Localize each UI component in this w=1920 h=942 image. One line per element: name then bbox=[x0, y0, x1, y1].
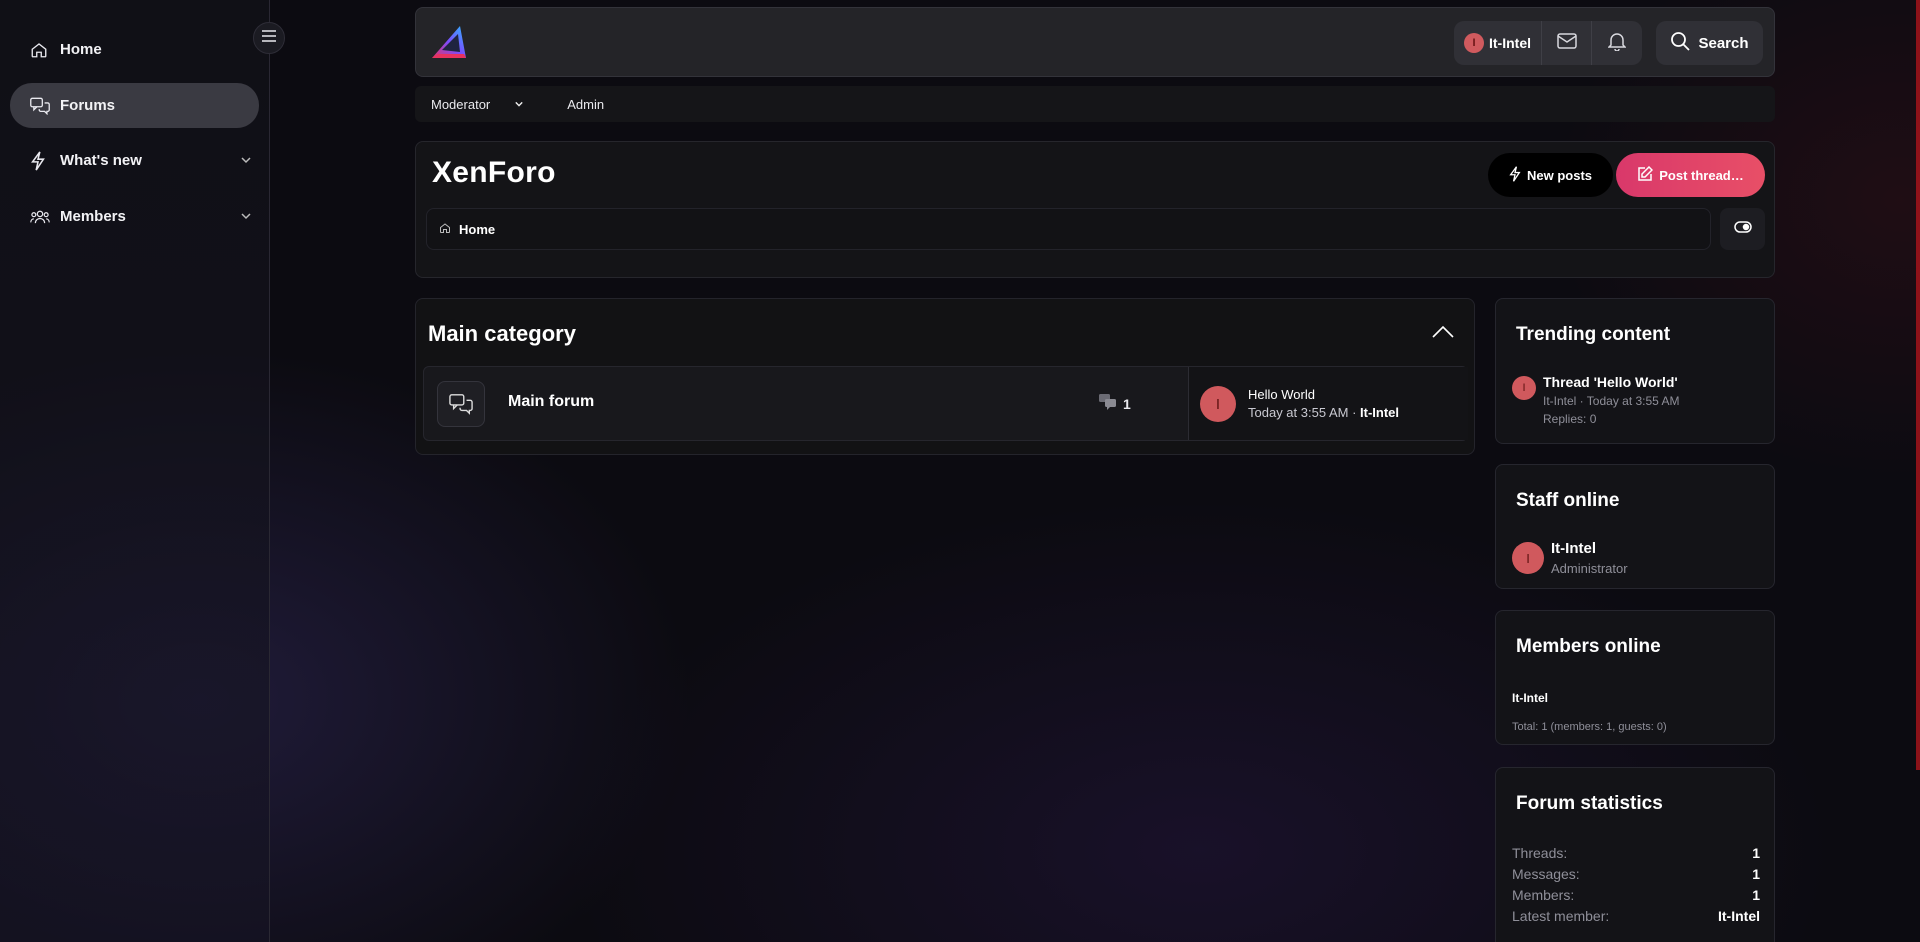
trending-item-title[interactable]: Thread 'Hello World' bbox=[1543, 374, 1678, 390]
chevron-up-icon bbox=[1432, 325, 1454, 342]
bolt-icon bbox=[1509, 165, 1527, 185]
post-thread-button[interactable]: Post thread… bbox=[1616, 153, 1765, 197]
mail-icon bbox=[1556, 32, 1577, 54]
last-post-meta: Today at 3:55 AM · It-Intel bbox=[1248, 405, 1400, 420]
stat-row: Threads: 1 bbox=[1512, 845, 1760, 861]
new-posts-button[interactable]: New posts bbox=[1488, 153, 1613, 197]
home-icon bbox=[439, 222, 459, 237]
users-icon bbox=[30, 207, 50, 227]
moderator-menu[interactable]: Moderator bbox=[431, 97, 545, 112]
forum-category: Main category Main forum 1 I Hello World bbox=[415, 298, 1475, 455]
account-button[interactable]: I It-Intel bbox=[1454, 21, 1542, 65]
page-title: XenForo bbox=[432, 156, 556, 189]
members-online-widget: Members online It-Intel Total: 1 (member… bbox=[1495, 610, 1775, 745]
avatar[interactable]: I bbox=[1512, 376, 1536, 400]
forum-row[interactable]: Main forum 1 I Hello World Today at 3:55… bbox=[423, 366, 1468, 441]
breadcrumb-home-link[interactable]: Home bbox=[459, 222, 495, 237]
stat-label: Threads: bbox=[1512, 845, 1568, 861]
avatar[interactable]: I bbox=[1200, 386, 1236, 422]
admin-link[interactable]: Admin bbox=[567, 97, 604, 112]
style-toggle-button[interactable] bbox=[1720, 208, 1765, 250]
scrollbar[interactable] bbox=[1916, 0, 1920, 770]
bolt-icon bbox=[30, 150, 50, 171]
staff-role: Administrator bbox=[1551, 561, 1628, 576]
top-bar: I It-Intel Search bbox=[415, 7, 1775, 77]
widget-title: Staff online bbox=[1516, 490, 1620, 511]
stat-label: Messages: bbox=[1512, 866, 1580, 882]
trending-item-meta: It-Intel · Today at 3:55 AM bbox=[1543, 394, 1680, 408]
thread-count: 1 bbox=[1099, 394, 1131, 413]
last-post-time[interactable]: Today at 3:55 AM bbox=[1248, 405, 1348, 420]
staff-name[interactable]: It-Intel bbox=[1551, 540, 1596, 557]
sidebar-item-label: Members bbox=[60, 208, 126, 225]
stat-label: Latest member: bbox=[1512, 908, 1610, 924]
moderator-label: Moderator bbox=[431, 96, 491, 112]
thread-count-value: 1 bbox=[1123, 395, 1131, 412]
trending-widget: Trending content I Thread 'Hello World' … bbox=[1495, 298, 1775, 444]
menu-icon bbox=[262, 29, 276, 47]
chevron-down-icon[interactable] bbox=[241, 152, 251, 169]
alerts-button[interactable] bbox=[1592, 21, 1642, 65]
sidebar-item-label: What's new bbox=[60, 152, 142, 169]
stat-label: Members: bbox=[1512, 887, 1575, 903]
sub-navigation: Moderator Admin bbox=[415, 86, 1775, 122]
search-icon bbox=[1670, 31, 1698, 55]
collapse-button[interactable] bbox=[1432, 325, 1454, 343]
stat-row: Latest member: It-Intel bbox=[1512, 908, 1760, 924]
sidebar: Home Forums What's new Members bbox=[0, 0, 270, 942]
sidebar-item-home[interactable]: Home bbox=[10, 27, 259, 72]
last-post-user[interactable]: It-Intel bbox=[1360, 405, 1399, 420]
forum-name-link[interactable]: Main forum bbox=[508, 393, 594, 411]
category-title[interactable]: Main category bbox=[428, 321, 576, 347]
stat-value: 1 bbox=[1752, 845, 1760, 861]
avatar: I bbox=[1464, 33, 1484, 53]
stat-row: Members: 1 bbox=[1512, 887, 1760, 903]
bell-icon bbox=[1607, 31, 1627, 56]
chat-icon bbox=[30, 96, 50, 116]
site-logo[interactable] bbox=[430, 24, 468, 65]
forum-chat-icon bbox=[437, 381, 485, 427]
username: It-Intel bbox=[1489, 35, 1531, 51]
sidebar-item-forums[interactable]: Forums bbox=[10, 83, 259, 128]
stat-value: 1 bbox=[1752, 866, 1760, 882]
inbox-button[interactable] bbox=[1542, 21, 1592, 65]
sidebar-item-label: Home bbox=[60, 41, 102, 58]
online-member-link[interactable]: It-Intel bbox=[1512, 691, 1548, 705]
staff-online-widget: Staff online I It-Intel Administrator bbox=[1495, 464, 1775, 589]
comments-icon bbox=[1099, 394, 1123, 413]
post-thread-label: Post thread… bbox=[1659, 167, 1744, 183]
page-header: XenForo New posts Post thread… Home bbox=[415, 141, 1775, 278]
user-controls: I It-Intel bbox=[1454, 21, 1642, 65]
sidebar-toggle-button[interactable] bbox=[253, 22, 285, 54]
forum-statistics-widget: Forum statistics Threads: 1 Messages: 1 … bbox=[1495, 767, 1775, 942]
widget-title: Trending content bbox=[1516, 324, 1671, 345]
edit-icon bbox=[1637, 165, 1659, 185]
stat-row: Messages: 1 bbox=[1512, 866, 1760, 882]
sidebar-item-label: Forums bbox=[60, 97, 116, 114]
last-post-title[interactable]: Hello World bbox=[1248, 387, 1315, 402]
toggle-icon bbox=[1733, 220, 1752, 238]
new-posts-label: New posts bbox=[1526, 167, 1592, 183]
last-post: I Hello World Today at 3:55 AM · It-Inte… bbox=[1188, 367, 1468, 440]
widget-title: Forum statistics bbox=[1516, 793, 1663, 814]
online-total: Total: 1 (members: 1, guests: 0) bbox=[1512, 721, 1667, 733]
stat-value: 1 bbox=[1752, 887, 1760, 903]
latest-member-link[interactable]: It-Intel bbox=[1718, 908, 1760, 924]
search-label: Search bbox=[1698, 34, 1749, 52]
widget-title: Members online bbox=[1516, 636, 1661, 657]
avatar[interactable]: I bbox=[1512, 542, 1544, 574]
trending-item-replies: Replies: 0 bbox=[1543, 412, 1597, 426]
home-icon bbox=[30, 40, 50, 60]
sidebar-item-members[interactable]: Members bbox=[10, 194, 259, 239]
search-button[interactable]: Search bbox=[1656, 21, 1763, 65]
chevron-down-icon bbox=[515, 100, 523, 108]
chevron-down-icon[interactable] bbox=[241, 208, 251, 225]
sidebar-item-whats-new[interactable]: What's new bbox=[10, 138, 259, 183]
breadcrumb: Home bbox=[426, 208, 1711, 250]
